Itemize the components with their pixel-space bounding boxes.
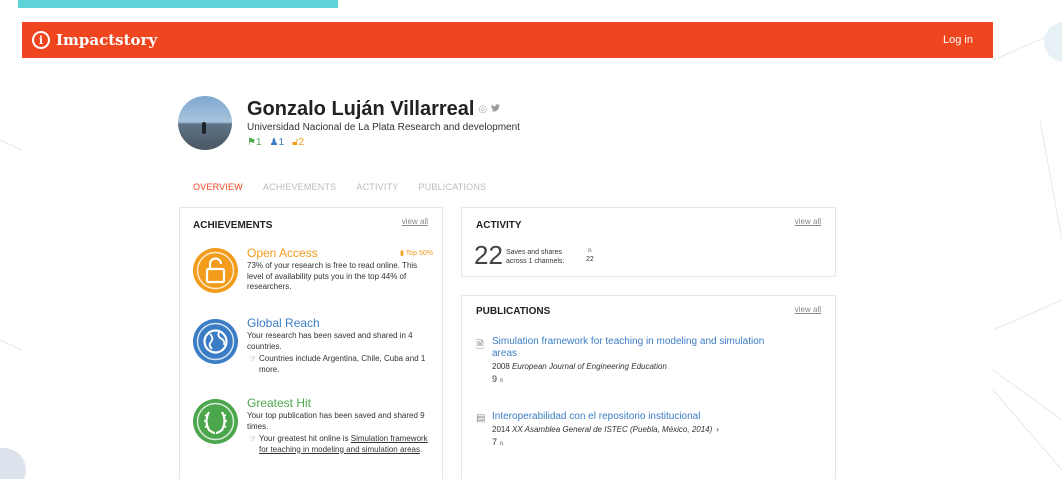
profile-tabs: OVERVIEW ACHIEVEMENTS ACTIVITY PUBLICATI… — [193, 182, 486, 192]
stat-growth[interactable]: ⚑1 — [247, 137, 262, 148]
publication-title-link[interactable]: Interoperabilidad con el repositorio ins… — [492, 411, 772, 423]
profile-affiliation: Universidad Nacional de La Plata Researc… — [247, 122, 520, 133]
achievement-title: Global Reach — [247, 316, 320, 330]
activity-label: Saves and shares across 1 channels: — [506, 249, 565, 265]
profile-stats: ⚑1 ♟1 🔓︎2 — [247, 137, 520, 148]
profile-header: Gonzalo Luján Villarreal ◎ Universidad N… — [247, 98, 520, 148]
brand-name: Impactstory — [56, 31, 158, 49]
tab-achievements[interactable]: ACHIEVEMENTS — [263, 182, 336, 192]
megaphone-icon: ⚑ — [247, 137, 256, 148]
publication-count[interactable]: 7 ጰ — [492, 437, 772, 448]
tab-activity[interactable]: ACTIVITY — [356, 182, 398, 192]
tab-publications[interactable]: PUBLICATIONS — [418, 182, 486, 192]
tab-overview[interactable]: OVERVIEW — [193, 182, 243, 192]
achievement-global-reach[interactable]: Global Reach Your research has been save… — [193, 316, 433, 396]
stat-open-access[interactable]: 🔓︎2 — [292, 137, 304, 148]
rank-badge: ▮ Top 50% — [400, 250, 433, 257]
achievement-note: ☞ Countries include Argentina, Chile, Cu… — [249, 354, 426, 374]
publication-item: ▤ Interoperabilidad con el repositorio i… — [476, 411, 776, 456]
achievement-title: Greatest Hit — [247, 396, 312, 410]
globe-icon — [193, 319, 238, 364]
brand-logo[interactable]: i Impactstory — [32, 31, 157, 49]
laurel-icon — [193, 399, 238, 444]
achievements-view-all-link[interactable]: view all — [402, 217, 428, 226]
publications-card: PUBLICATIONS view all 🗎︎ Simulation fram… — [461, 295, 836, 479]
login-link[interactable]: Log in — [943, 34, 973, 46]
group-icon: ጰ — [499, 377, 504, 384]
achievement-greatest-hit[interactable]: Greatest Hit Your top publication has be… — [193, 396, 433, 479]
publications-title: PUBLICATIONS — [476, 306, 551, 317]
publication-meta: 2008 European Journal of Engineering Edu… — [492, 362, 667, 371]
achievements-title: ACHIEVEMENTS — [193, 220, 273, 231]
twitter-icon[interactable] — [491, 104, 501, 115]
person-icon: ♟ — [269, 137, 279, 148]
achievement-note: ☞ Your greatest hit online is Simulation… — [249, 434, 428, 454]
achievement-open-access[interactable]: Open Access ▮ Top 50% 73% of your resear… — [193, 246, 433, 316]
publications-view-all-link[interactable]: view all — [795, 305, 821, 314]
group-icon: ጰ — [587, 247, 592, 254]
publication-meta: 2014 XX Asamblea General de ISTEC (Puebl… — [492, 425, 720, 434]
pointing-hand-icon: ☞ — [249, 434, 257, 443]
publication-item: 🗎︎ Simulation framework for teaching in … — [476, 336, 776, 396]
group-icon: ጰ — [499, 440, 504, 447]
activity-title: ACTIVITY — [476, 220, 522, 231]
publication-count[interactable]: 9 ጰ — [492, 374, 772, 385]
presentation-icon: ▤ — [476, 413, 486, 424]
activity-count: 22 — [474, 240, 503, 270]
activity-channel[interactable]: ጰ 22 — [586, 246, 594, 264]
stat-people[interactable]: ♟1 — [270, 137, 285, 148]
lock-open-icon — [193, 248, 238, 293]
half-circle-icon: ◑ — [714, 425, 720, 434]
top-navigation-bar: i Impactstory Log in — [22, 22, 993, 58]
activity-view-all-link[interactable]: view all — [795, 217, 821, 226]
avatar[interactable] — [178, 96, 232, 150]
info-icon: i — [32, 31, 50, 49]
achievement-description: 73% of your research is free to read onl… — [247, 261, 418, 291]
orcid-icon[interactable]: ◎ — [478, 104, 487, 115]
activity-card: ACTIVITY view all 22 Saves and shares ac… — [461, 207, 836, 277]
achievement-description: Your top publication has been saved and … — [247, 411, 425, 431]
bookmark-icon: ▮ — [400, 250, 404, 257]
achievement-description: Your research has been saved and shared … — [247, 331, 413, 351]
publication-title-link[interactable]: Simulation framework for teaching in mod… — [492, 336, 772, 360]
pointing-hand-icon: ☞ — [249, 354, 257, 363]
achievements-card: ACHIEVEMENTS view all Open Access ▮ Top … — [179, 207, 443, 479]
profile-name: Gonzalo Luján Villarreal — [247, 98, 475, 120]
document-icon: 🗎︎ — [476, 340, 485, 351]
